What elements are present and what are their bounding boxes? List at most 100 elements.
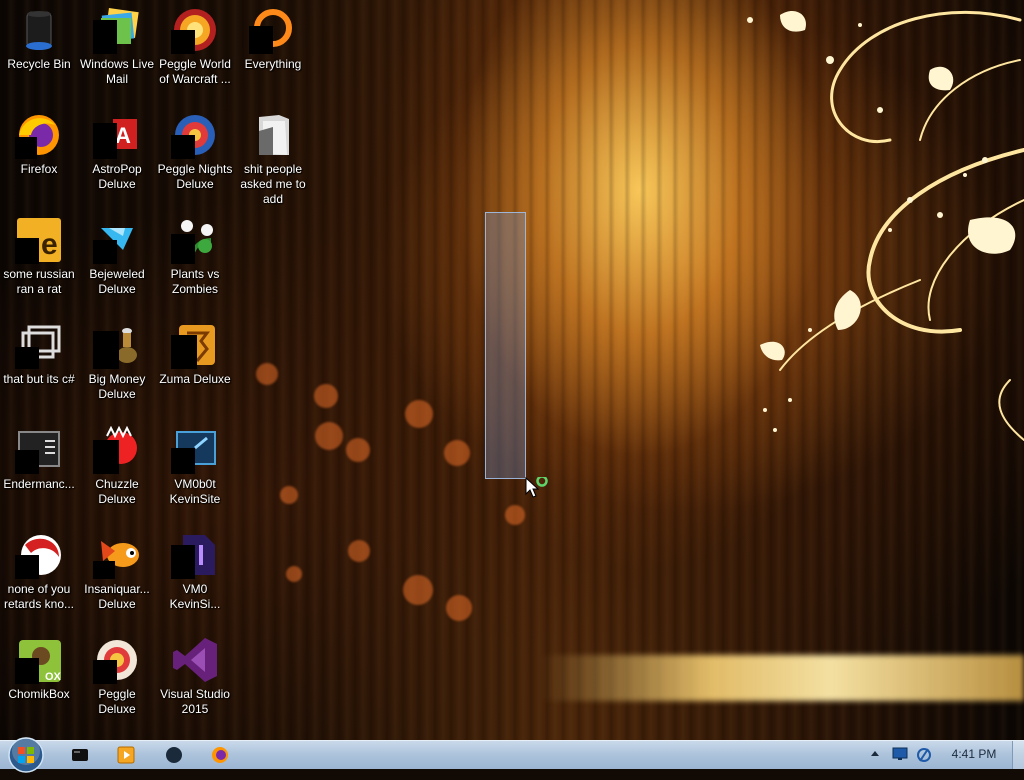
wallpaper-bokeh bbox=[314, 384, 338, 408]
icon-label: Plants vs Zombies bbox=[170, 267, 220, 296]
icon-label: Insaniquar... Deluxe bbox=[84, 582, 150, 611]
icon-label: Peggle World of Warcraft ... bbox=[159, 57, 231, 86]
chomikbox-icon: OX bbox=[15, 636, 63, 684]
wallpaper-swirl bbox=[747, 10, 1024, 441]
insaniquarium-icon bbox=[93, 531, 141, 579]
icon-label: Chuzzle Deluxe bbox=[95, 477, 139, 506]
shortcut-icon bbox=[15, 321, 63, 369]
icon-label: some russian ran a rat bbox=[3, 267, 75, 296]
desktop-icon-big-money-deluxe[interactable]: Big Money Deluxe bbox=[79, 321, 155, 402]
visual-studio-icon bbox=[171, 636, 219, 684]
icon-label: VM0 KevinSi... bbox=[169, 582, 221, 611]
desktop-icon-that-but-its-csharp[interactable]: that but its c# bbox=[1, 321, 77, 387]
icon-label: that but its c# bbox=[3, 372, 75, 386]
taskbar: 4:41 PM bbox=[0, 737, 1024, 773]
wallpaper-bokeh bbox=[346, 438, 370, 462]
wallpaper-bokeh bbox=[348, 540, 370, 562]
desktop-icon-shit-people-asked-me-to-add[interactable]: shit people asked me to add bbox=[235, 111, 311, 207]
icon-label: Everything bbox=[244, 57, 302, 71]
start-button[interactable] bbox=[6, 735, 46, 775]
windows-start-orb-icon bbox=[8, 737, 44, 773]
show-hidden-icons-arrow[interactable] bbox=[870, 747, 880, 761]
media-player-icon bbox=[117, 746, 135, 764]
big-money-icon bbox=[93, 321, 141, 369]
desktop-icon-endermanc[interactable]: Endermanc... bbox=[1, 426, 77, 492]
desktop-icon-zuma-deluxe[interactable]: Zuma Deluxe bbox=[157, 321, 233, 387]
wallpaper-bokeh bbox=[505, 505, 525, 525]
wallpaper-bokeh bbox=[403, 575, 433, 605]
everything-search-icon bbox=[249, 6, 297, 54]
peggle-icon bbox=[93, 636, 141, 684]
desktop-icon-none-of-you[interactable]: none of you retards kno... bbox=[1, 531, 77, 612]
red-app-icon bbox=[15, 531, 63, 579]
icon-label: Visual Studio 2015 bbox=[160, 687, 230, 716]
icon-label: Recycle Bin bbox=[7, 57, 71, 71]
icon-label: none of you retards kno... bbox=[3, 582, 75, 611]
chuzzle-icon bbox=[93, 425, 141, 474]
desktop-icon-chomikbox[interactable]: OX ChomikBox bbox=[1, 636, 77, 702]
desktop-icon-some-russian-ran-a-rat[interactable]: e some russian ran a rat bbox=[1, 216, 77, 297]
desktop-icon-vm0b0t-kevinsite[interactable]: VM0b0t KevinSite bbox=[157, 426, 233, 507]
icon-label: Peggle Nights Deluxe bbox=[157, 162, 233, 191]
taskbar-pinned-media-player[interactable] bbox=[106, 743, 146, 767]
show-desktop-button[interactable] bbox=[1012, 741, 1024, 769]
plants-vs-zombies-icon bbox=[171, 216, 219, 264]
wallpaper-bokeh bbox=[256, 363, 278, 385]
icon-label: Big Money Deluxe bbox=[88, 372, 146, 401]
desktop-icon-insaniquarium-deluxe[interactable]: Insaniquar... Deluxe bbox=[79, 531, 155, 612]
desktop-icon-peggle-deluxe[interactable]: Peggle Deluxe bbox=[79, 636, 155, 717]
firefox-icon bbox=[15, 111, 63, 159]
icon-label: Firefox bbox=[20, 162, 58, 176]
taskbar-pinned-firefox[interactable] bbox=[200, 743, 240, 767]
icon-label: Endermanc... bbox=[3, 477, 75, 491]
icon-label: ChomikBox bbox=[8, 687, 70, 701]
icon-label: VM0b0t KevinSite bbox=[169, 477, 221, 506]
selection-rectangle bbox=[485, 212, 526, 479]
desktop-icon-chuzzle-deluxe[interactable]: Chuzzle Deluxe bbox=[79, 425, 155, 507]
icon-label: Bejeweled Deluxe bbox=[89, 267, 145, 296]
desktop-icon-everything[interactable]: Everything bbox=[235, 6, 311, 72]
svg-text:A: A bbox=[115, 123, 131, 148]
folder-icon bbox=[249, 111, 297, 159]
peggle-wow-icon bbox=[171, 6, 219, 54]
taskbar-pinned-app[interactable] bbox=[154, 743, 194, 767]
wallpaper-bokeh bbox=[286, 566, 302, 582]
firefox-icon bbox=[212, 747, 228, 763]
wallpaper-bokeh bbox=[280, 486, 298, 504]
icon-label: AstroPop Deluxe bbox=[92, 162, 142, 191]
peggle-nights-icon bbox=[171, 111, 219, 159]
desktop-icon-peggle-world-of-warcraft[interactable]: Peggle World of Warcraft ... bbox=[157, 6, 233, 87]
desktop-icon-vm0-kevinsite[interactable]: VM0 KevinSi... bbox=[157, 531, 233, 612]
clock[interactable]: 4:41 PM bbox=[944, 747, 1004, 761]
wallpaper-bokeh bbox=[315, 422, 343, 450]
desktop[interactable]: Recycle Bin Firefox e some russian ran a… bbox=[0, 0, 1024, 740]
desktop-icon-plants-vs-zombies[interactable]: Plants vs Zombies bbox=[157, 216, 233, 297]
executable-icon: e bbox=[15, 216, 63, 264]
network-icon[interactable] bbox=[916, 747, 932, 763]
desktop-icon-bejeweled-deluxe[interactable]: Bejeweled Deluxe bbox=[79, 216, 155, 297]
monitor-icon[interactable] bbox=[892, 747, 908, 761]
wallpaper-bokeh bbox=[444, 440, 470, 466]
cmd-icon bbox=[72, 749, 88, 761]
file-icon bbox=[171, 531, 219, 579]
bejeweled-icon bbox=[93, 216, 141, 264]
desktop-icon-recycle-bin[interactable]: Recycle Bin bbox=[1, 6, 77, 72]
vm-app-icon bbox=[171, 426, 219, 474]
desktop-icon-firefox[interactable]: Firefox bbox=[1, 111, 77, 177]
zuma-icon bbox=[171, 321, 219, 369]
recycle-bin-icon bbox=[15, 6, 63, 54]
desktop-icon-visual-studio-2015[interactable]: Visual Studio 2015 bbox=[157, 636, 233, 717]
icon-label: Peggle Deluxe bbox=[98, 687, 136, 716]
wallpaper-bokeh bbox=[405, 400, 433, 428]
mouse-cursor-busy-icon bbox=[525, 477, 548, 498]
desktop-icon-peggle-nights-deluxe[interactable]: Peggle Nights Deluxe bbox=[157, 111, 233, 192]
app-window-icon bbox=[15, 426, 63, 474]
taskbar-pinned-cmd[interactable] bbox=[60, 743, 100, 767]
astropop-icon: A bbox=[93, 111, 141, 159]
windows-live-mail-icon bbox=[93, 6, 141, 54]
icon-label: Windows Live Mail bbox=[79, 57, 155, 86]
svg-text:e: e bbox=[41, 228, 58, 261]
svg-text:OX: OX bbox=[45, 671, 62, 683]
desktop-icon-astropop-deluxe[interactable]: A AstroPop Deluxe bbox=[79, 111, 155, 192]
desktop-icon-windows-live-mail[interactable]: Windows Live Mail bbox=[79, 6, 155, 87]
